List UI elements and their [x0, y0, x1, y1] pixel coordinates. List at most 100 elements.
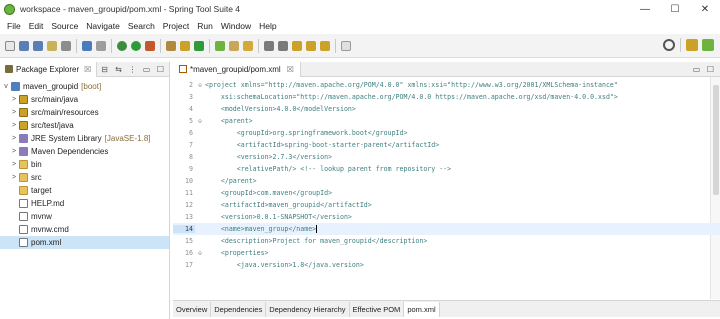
new-icon[interactable]: [5, 40, 15, 51]
source-folder-icon: [19, 95, 28, 104]
code-line[interactable]: 8 <version>2.7.3</version>: [173, 151, 720, 163]
title-bar: workspace - maven_groupid/pom.xml - Spri…: [0, 0, 720, 18]
code-line[interactable]: 3 xsi:schemaLocation="http://maven.apach…: [173, 91, 720, 103]
quick-access-search-icon[interactable]: [663, 39, 675, 51]
pin-editor-icon[interactable]: [341, 40, 351, 51]
open-task-icon[interactable]: [229, 40, 239, 51]
close-icon[interactable]: ☒: [287, 65, 294, 74]
tree-item[interactable]: > src/main/resources: [0, 106, 169, 119]
code-line[interactable]: 2 ⊖ <project xmlns="http://maven.apache.or…: [173, 79, 720, 91]
code-line[interactable]: 11 <groupId>com.maven</groupId>: [173, 187, 720, 199]
previous-annotation-icon[interactable]: [278, 40, 288, 51]
chevron-right-icon[interactable]: >: [10, 109, 18, 116]
chevron-right-icon[interactable]: >: [10, 96, 18, 103]
forward-icon[interactable]: [320, 40, 330, 51]
minimize-view-icon[interactable]: ▭: [141, 64, 152, 75]
skip-breakpoints-icon[interactable]: [82, 40, 92, 51]
external-tools-icon[interactable]: [145, 40, 155, 51]
pom-editor-tabs: Overview Dependencies Dependency Hierarc…: [173, 300, 720, 317]
chevron-right-icon[interactable]: >: [10, 122, 18, 129]
minimize-button[interactable]: —: [630, 0, 660, 18]
run-icon[interactable]: [131, 40, 141, 51]
tree-item[interactable]: target: [0, 184, 169, 197]
menu-file[interactable]: File: [3, 21, 25, 31]
back-icon[interactable]: [306, 40, 316, 51]
save-icon[interactable]: [19, 40, 29, 51]
tree-item[interactable]: v maven_groupid [boot]: [0, 80, 169, 93]
chevron-right-icon[interactable]: >: [10, 135, 18, 142]
menu-source[interactable]: Source: [47, 21, 82, 31]
tab-dependencies[interactable]: Dependencies: [211, 302, 267, 317]
collapse-all-icon[interactable]: ⊟: [99, 64, 110, 75]
fold-toggle-icon[interactable]: ⊖: [195, 82, 205, 89]
code-line[interactable]: 7 <artifactId>spring-boot-starter-parent…: [173, 139, 720, 151]
code-line[interactable]: 13 <version>0.0.1-SNAPSHOT</version>: [173, 211, 720, 223]
close-icon[interactable]: ☒: [84, 65, 91, 74]
code-line[interactable]: 17 <java.version>1.8</java.version>: [173, 259, 720, 271]
tree-item[interactable]: > src: [0, 171, 169, 184]
maximize-view-icon[interactable]: ☐: [155, 64, 166, 75]
java-perspective-icon[interactable]: [686, 39, 698, 51]
spring-boot-icon[interactable]: [215, 40, 225, 51]
new-java-project-icon[interactable]: [166, 40, 176, 51]
menu-project[interactable]: Project: [159, 21, 193, 31]
minimize-view-icon[interactable]: ▭: [691, 64, 702, 75]
close-button[interactable]: ✕: [690, 0, 720, 18]
open-type-icon[interactable]: [47, 40, 57, 51]
menu-help[interactable]: Help: [255, 21, 280, 31]
source-folder-icon: [19, 121, 28, 130]
last-edit-location-icon[interactable]: [292, 40, 302, 51]
save-all-icon[interactable]: [33, 40, 43, 51]
tab-package-explorer[interactable]: Package Explorer ☒: [0, 61, 98, 77]
new-class-icon[interactable]: [194, 40, 204, 51]
next-annotation-icon[interactable]: [264, 40, 274, 51]
tab-effective-pom[interactable]: Effective POM: [350, 302, 405, 317]
debug-icon[interactable]: [117, 40, 127, 51]
chevron-down-icon[interactable]: v: [2, 83, 10, 90]
tree-item[interactable]: > src/main/java: [0, 93, 169, 106]
tab-dependency-hierarchy[interactable]: Dependency Hierarchy: [266, 302, 350, 317]
menu-search[interactable]: Search: [124, 21, 159, 31]
search-icon[interactable]: [243, 40, 253, 51]
tree-item[interactable]: > bin: [0, 158, 169, 171]
link-with-editor-icon[interactable]: ⇆: [113, 64, 124, 75]
code-line[interactable]: 15 <description>Project for maven_groupi…: [173, 235, 720, 247]
tab-pom-xml-source[interactable]: pom.xml: [404, 302, 440, 317]
tab-pom-xml[interactable]: *maven_groupid/pom.xml ☒: [173, 61, 301, 77]
terminal-icon[interactable]: [61, 40, 71, 51]
menu-window[interactable]: Window: [217, 21, 255, 31]
menu-navigate[interactable]: Navigate: [82, 21, 124, 31]
project-icon: [11, 82, 20, 91]
code-line[interactable]: 4 <modelVersion>4.0.0</modelVersion>: [173, 103, 720, 115]
new-package-icon[interactable]: [180, 40, 190, 51]
code-line[interactable]: 12 <artifactId>maven_groupid</artifactId…: [173, 199, 720, 211]
tree-item[interactable]: > src/test/java: [0, 119, 169, 132]
tab-overview[interactable]: Overview: [173, 302, 212, 317]
stop-icon[interactable]: [96, 40, 106, 51]
toolbar-separator: [76, 38, 77, 53]
tree-item[interactable]: mvnw.cmd: [0, 223, 169, 236]
fold-toggle-icon[interactable]: ⊖: [195, 118, 205, 125]
spring-perspective-icon[interactable]: [702, 39, 714, 51]
code-line[interactable]: 10 </parent>: [173, 175, 720, 187]
maximize-view-icon[interactable]: ☐: [705, 64, 716, 75]
view-menu-icon[interactable]: ⋮: [127, 64, 138, 75]
tree-item[interactable]: > Maven Dependencies: [0, 145, 169, 158]
code-area[interactable]: 2 ⊖ <project xmlns="http://maven.apache.or…: [173, 77, 720, 299]
chevron-right-icon[interactable]: >: [10, 174, 18, 181]
code-line[interactable]: 9 <relativePath/> <!-- lookup parent fro…: [173, 163, 720, 175]
code-line[interactable]: 5 ⊖ <parent>: [173, 115, 720, 127]
code-line[interactable]: 16 ⊖ <properties>: [173, 247, 720, 259]
code-line[interactable]: 6 <groupId>org.springframework.boot</gro…: [173, 127, 720, 139]
tree-item[interactable]: > JRE System Library [JavaSE-1.8]: [0, 132, 169, 145]
menu-run[interactable]: Run: [193, 21, 217, 31]
maximize-button[interactable]: ☐: [660, 0, 690, 18]
menu-edit[interactable]: Edit: [25, 21, 48, 31]
tree-item[interactable]: mvnw: [0, 210, 169, 223]
tree-item-selected[interactable]: pom.xml: [0, 236, 169, 249]
tree-item[interactable]: HELP.md: [0, 197, 169, 210]
chevron-right-icon[interactable]: >: [10, 148, 18, 155]
chevron-right-icon[interactable]: >: [10, 161, 18, 168]
fold-toggle-icon[interactable]: ⊖: [195, 250, 205, 257]
code-line[interactable]: 14 <name>maven_group</name>: [173, 223, 720, 235]
